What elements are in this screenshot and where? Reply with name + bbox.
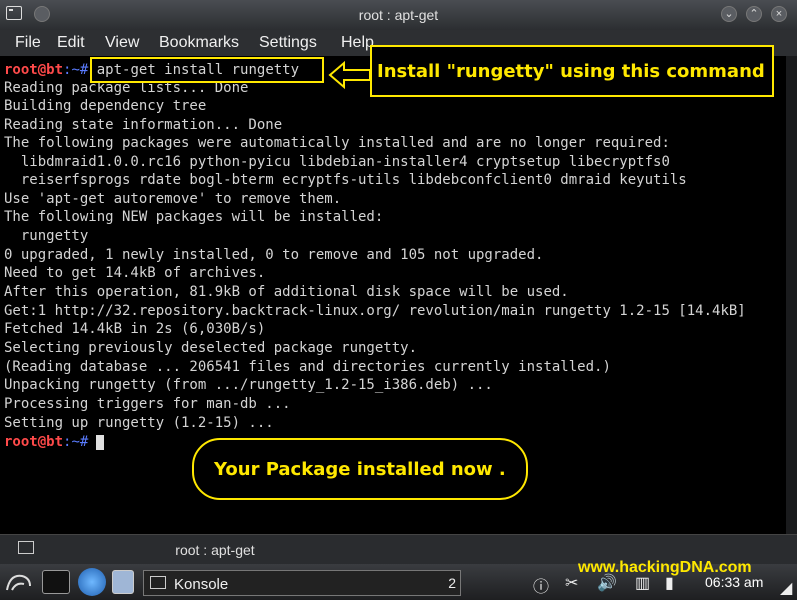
output-line: Selecting previously deselected package … bbox=[4, 340, 418, 356]
taskbar-konsole-label: Konsole bbox=[174, 576, 229, 593]
konsole-icon bbox=[150, 576, 166, 589]
output-line: reiserfsprogs rdate bogl-bterm ecryptfs-… bbox=[4, 172, 687, 188]
output-line: libdmraid1.0.0.rc16 python-pyicu libdebi… bbox=[4, 154, 670, 170]
output-line: Unpacking rungetty (from .../rungetty_1.… bbox=[4, 377, 493, 393]
output-line: 0 upgraded, 1 newly installed, 0 to remo… bbox=[4, 247, 544, 263]
output-line: Processing triggers for man-db ... bbox=[4, 396, 291, 412]
arrow-left-icon bbox=[328, 60, 371, 90]
taskbar-konsole-button[interactable]: Konsole 2 bbox=[143, 570, 461, 596]
menu-settings[interactable]: Settings bbox=[259, 34, 317, 52]
menu-view[interactable]: View bbox=[105, 34, 139, 52]
menu-file[interactable]: File bbox=[15, 34, 41, 52]
command-highlight-box bbox=[90, 57, 324, 83]
done-note-callout: Your Package installed now . bbox=[192, 438, 528, 500]
minimize-icon[interactable]: ⌄ bbox=[721, 6, 737, 22]
output-line: After this operation, 81.9kB of addition… bbox=[4, 284, 569, 300]
info-icon[interactable]: ⓘ bbox=[533, 573, 549, 597]
window-titlebar: root : apt-get ⌄ ⌃ × bbox=[0, 0, 797, 30]
output-line: (Reading database ... 206541 files and d… bbox=[4, 359, 611, 375]
prompt-line: root@bt:~# bbox=[4, 433, 105, 451]
kde-menu-icon[interactable] bbox=[4, 568, 34, 596]
output-line: Get:1 http://32.repository.backtrack-lin… bbox=[4, 303, 746, 319]
menu-edit[interactable]: Edit bbox=[57, 34, 85, 52]
terminal-scrollbar[interactable] bbox=[786, 56, 797, 534]
prompt-path: :~# bbox=[63, 62, 89, 78]
close-icon[interactable]: × bbox=[771, 6, 787, 22]
output-line: The following NEW packages will be insta… bbox=[4, 209, 384, 225]
output-line: Building dependency tree bbox=[4, 98, 207, 114]
terminal-launcher-icon[interactable] bbox=[42, 570, 70, 594]
browser-icon[interactable] bbox=[78, 568, 106, 596]
menu-bookmarks[interactable]: Bookmarks bbox=[159, 34, 239, 52]
file-manager-icon[interactable] bbox=[112, 570, 134, 594]
text-cursor bbox=[96, 434, 105, 450]
clipboard-scissors-icon[interactable]: ✂ bbox=[565, 573, 578, 593]
output-line: Need to get 14.4kB of archives. bbox=[4, 265, 266, 281]
panel-toolbox-icon[interactable]: ◢ bbox=[780, 578, 792, 598]
output-line: Reading state information... Done bbox=[4, 117, 283, 133]
maximize-icon[interactable]: ⌃ bbox=[746, 6, 762, 22]
watermark: www.hackingDNA.com bbox=[578, 559, 752, 576]
prompt-user: root@bt bbox=[4, 62, 64, 78]
output-line: Use 'apt-get autoremove' to remove them. bbox=[4, 191, 342, 207]
window-title: root : apt-get bbox=[358, 7, 439, 23]
output-line: rungetty bbox=[4, 228, 89, 244]
taskbar-window-count: 2 bbox=[448, 575, 456, 591]
output-line: Fetched 14.4kB in 2s (6,030B/s) bbox=[4, 321, 266, 337]
tab-root-apt-get[interactable]: root : apt-get bbox=[0, 542, 430, 558]
prompt-user: root@bt bbox=[4, 434, 64, 450]
output-line: The following packages were automaticall… bbox=[4, 135, 670, 151]
prompt-path: :~# bbox=[63, 434, 89, 450]
output-line: Setting up rungetty (1.2-15) ... bbox=[4, 415, 274, 431]
install-note-callout: Install "rungetty" using this command bbox=[370, 45, 774, 97]
menu-help[interactable]: Help bbox=[341, 34, 374, 52]
